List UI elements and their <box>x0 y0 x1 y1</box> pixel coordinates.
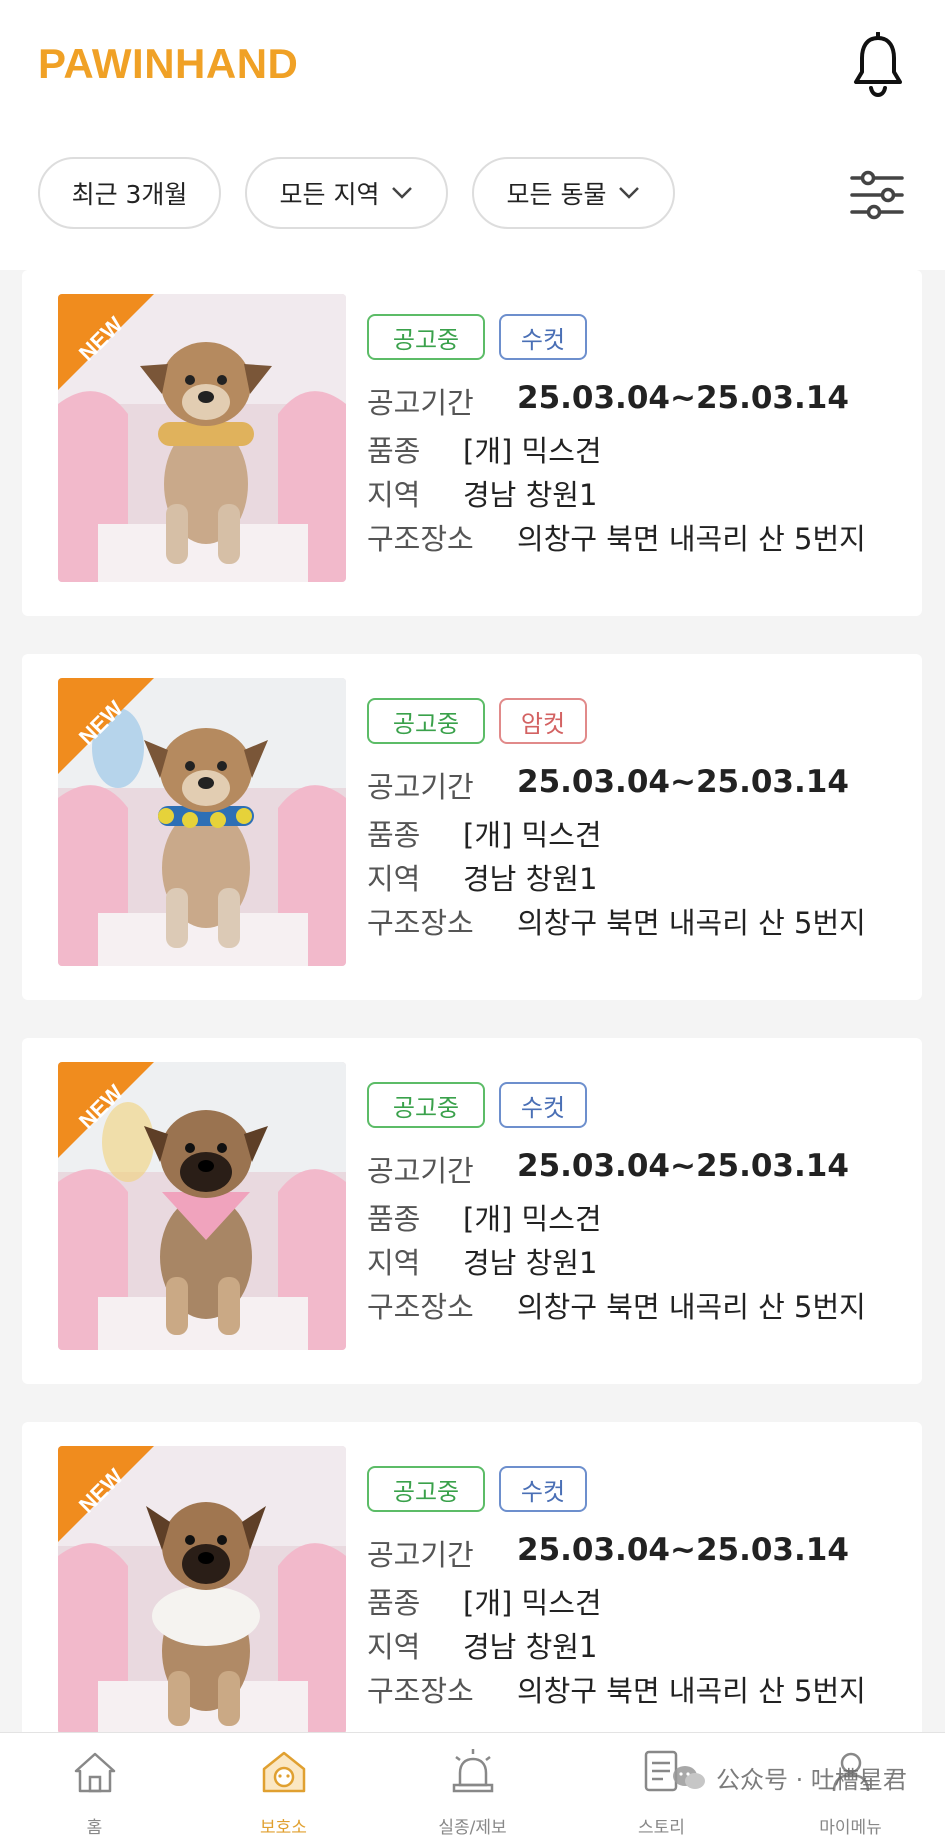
nav-label-my-menu: 마이메뉴 <box>819 1818 882 1838</box>
chevron-down-icon <box>619 187 640 199</box>
status-badge: 공고중 <box>367 1082 485 1128</box>
place-label: 구조장소 <box>367 1674 474 1708</box>
period-label: 공고기간 <box>367 770 474 804</box>
animal-card[interactable]: NEW 공고중 수컷 공고기간 25.03.04~25.03.14 품종 [개] 믹… <box>22 270 922 616</box>
region-label: 지역 <box>367 478 421 512</box>
watermark-text: 公众号 · 吐槽星君 <box>716 1766 907 1794</box>
sex-badge: 수컷 <box>499 1466 587 1512</box>
period-label: 공고기간 <box>367 1538 474 1572</box>
breed-value: [개] 믹스견 <box>463 434 602 468</box>
region-value: 경남 창원1 <box>463 862 598 896</box>
period-value: 25.03.04~25.03.14 <box>517 1532 849 1568</box>
status-badge: 공고중 <box>367 698 485 744</box>
region-label: 지역 <box>367 1246 421 1280</box>
tag-group: 공고중 수컷 <box>367 1466 587 1512</box>
animal-list: NEW 공고중 수컷 공고기간 25.03.04~25.03.14 품종 [개] 믹… <box>0 270 945 1732</box>
animal-photo: NEW <box>58 294 346 582</box>
breed-value: [개] 믹스견 <box>463 1586 602 1620</box>
nav-item-shelter[interactable]: 보호소 <box>189 1733 378 1846</box>
place-label: 구조장소 <box>367 906 474 940</box>
wechat-icon <box>673 1765 705 1789</box>
filter-region-label: 모든 지역 <box>279 180 380 209</box>
animal-card[interactable]: NEW 공고중 암컷 공고기간 25.03.04~25.03.14 품종 [개] 믹… <box>22 654 922 1000</box>
nav-label-home: 홈 <box>86 1818 103 1838</box>
nav-label-missing-report: 실종/제보 <box>438 1818 507 1838</box>
filter-animal-label: 모든 동물 <box>506 180 607 209</box>
nav-label-shelter: 보호소 <box>260 1818 307 1838</box>
region-value: 경남 창원1 <box>463 478 598 512</box>
chevron-down-icon <box>392 187 413 199</box>
nav-item-home[interactable]: 홈 <box>0 1733 189 1846</box>
filter-bar: 최근 3개월 모든 지역 모든 동물 <box>38 157 675 229</box>
place-value: 의창구 북면 내곡리 산 5번지 <box>517 522 866 556</box>
filter-animal-dropdown[interactable]: 모든 동물 <box>472 157 675 229</box>
breed-value: [개] 믹스견 <box>463 818 602 852</box>
shelter-icon <box>262 1751 306 1793</box>
breed-label: 품종 <box>367 1202 421 1236</box>
app-header: PAWINHAND 최근 3개월 모든 지역 모든 동물 <box>0 0 945 270</box>
breed-label: 품종 <box>367 434 421 468</box>
animal-card[interactable]: NEW 공고중 수컷 공고기간 25.03.04~25.03.14 품종 [개] 믹… <box>22 1038 922 1384</box>
region-label: 지역 <box>367 862 421 896</box>
status-badge: 공고중 <box>367 1466 485 1512</box>
period-value: 25.03.04~25.03.14 <box>517 380 849 416</box>
animal-photo: NEW <box>58 1062 346 1350</box>
sliders-icon[interactable] <box>848 166 906 224</box>
nav-label-story: 스토리 <box>638 1818 685 1838</box>
place-label: 구조장소 <box>367 522 474 556</box>
animal-card[interactable]: NEW 공고중 수컷 공고기간 25.03.04~25.03.14 품종 [개] 믹… <box>22 1422 922 1732</box>
region-label: 지역 <box>367 1630 421 1664</box>
period-label: 공고기간 <box>367 1154 474 1188</box>
bell-icon[interactable] <box>850 32 906 98</box>
sex-badge: 암컷 <box>499 698 587 744</box>
tag-group: 공고중 수컷 <box>367 1082 587 1128</box>
period-label: 공고기간 <box>367 386 474 420</box>
animal-photo: NEW <box>58 1446 346 1732</box>
breed-label: 품종 <box>367 1586 421 1620</box>
filter-period-label: 최근 3개월 <box>71 180 188 209</box>
app-logo[interactable]: PAWINHAND <box>38 40 298 88</box>
tag-group: 공고중 수컷 <box>367 314 587 360</box>
place-label: 구조장소 <box>367 1290 474 1324</box>
watermark: 公众号 · 吐槽星君 <box>672 1760 907 1795</box>
status-badge: 공고중 <box>367 314 485 360</box>
period-value: 25.03.04~25.03.14 <box>517 764 849 800</box>
animal-photo: NEW <box>58 678 346 966</box>
tag-group: 공고중 암컷 <box>367 698 587 744</box>
region-value: 경남 창원1 <box>463 1246 598 1280</box>
region-value: 경남 창원1 <box>463 1630 598 1664</box>
home-icon <box>74 1752 116 1793</box>
breed-label: 품종 <box>367 818 421 852</box>
place-value: 의창구 북면 내곡리 산 5번지 <box>517 1674 866 1708</box>
period-value: 25.03.04~25.03.14 <box>517 1148 849 1184</box>
place-value: 의창구 북면 내곡리 산 5번지 <box>517 1290 866 1324</box>
sex-badge: 수컷 <box>499 314 587 360</box>
nav-item-missing-report[interactable]: 실종/제보 <box>378 1733 567 1846</box>
filter-region-dropdown[interactable]: 모든 지역 <box>245 157 448 229</box>
sex-badge: 수컷 <box>499 1082 587 1128</box>
siren-icon <box>452 1749 494 1793</box>
place-value: 의창구 북면 내곡리 산 5번지 <box>517 906 866 940</box>
filter-period-chip[interactable]: 최근 3개월 <box>38 157 221 229</box>
breed-value: [개] 믹스견 <box>463 1202 602 1236</box>
